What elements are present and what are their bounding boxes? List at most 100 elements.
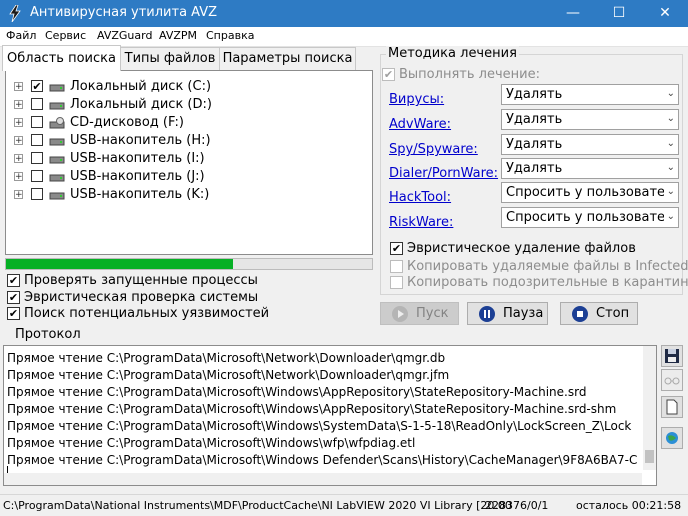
expand-icon[interactable]: +	[14, 172, 23, 182]
menu-help[interactable]: Справка	[206, 29, 254, 42]
checkbox-label: Выполнять лечение:	[399, 67, 540, 82]
hdd-icon	[49, 102, 65, 110]
drive-label: CD-дисковод (F:)	[70, 115, 184, 130]
usb-drive-icon	[49, 138, 65, 146]
chevron-down-icon: ⌄	[666, 138, 675, 149]
window-title: Антивирусная утилита AVZ	[30, 5, 218, 20]
menu-avzguard[interactable]: AVZGuard	[97, 29, 152, 42]
start-button[interactable]: Пуск	[380, 302, 459, 325]
drive-checkbox[interactable]	[31, 98, 43, 110]
log-line: Прямое чтение C:\ProgramData\Microsoft\W…	[7, 436, 416, 450]
action-select-spyware[interactable]: Удалять ⌄	[501, 134, 679, 155]
menu-file[interactable]: Файл	[6, 29, 36, 42]
select-value: Удалять	[506, 87, 563, 102]
chevron-down-icon: ⌄	[666, 162, 675, 173]
action-select-riskware[interactable]: Спросить у пользователя ⌄	[501, 207, 679, 228]
checkbox[interactable]: ✔	[7, 274, 20, 287]
avz-lightning-icon	[9, 5, 21, 22]
checkbox[interactable]: ✔	[7, 291, 20, 304]
checkbox-label: Копировать подозрительные в карантин	[407, 275, 688, 290]
action-select-advware[interactable]: Удалять ⌄	[501, 109, 679, 130]
minimize-button[interactable]: —	[550, 0, 596, 27]
checkbox[interactable]: ✔	[390, 242, 403, 255]
checkbox[interactable]	[390, 276, 403, 289]
maximize-button[interactable]: ☐	[596, 0, 642, 27]
checkbox[interactable]: ✔	[382, 68, 395, 81]
glasses-icon	[664, 377, 680, 385]
threat-link-advware[interactable]: AdvWare:	[389, 117, 451, 132]
save-log-button[interactable]	[661, 345, 683, 367]
save-icon	[665, 349, 679, 363]
threat-link-spyware[interactable]: Spy/Spyware:	[389, 142, 478, 157]
log-line: Прямое чтение C:\ProgramData\Microsoft\W…	[7, 385, 587, 399]
close-button[interactable]: ✕	[642, 0, 688, 27]
threat-link-dialer[interactable]: Dialer/PornWare:	[389, 166, 498, 181]
checkbox[interactable]	[390, 260, 403, 273]
action-select-hacktool[interactable]: Спросить у пользователя ⌄	[501, 182, 679, 203]
scroll-thumb[interactable]	[645, 450, 654, 463]
drive-row-h[interactable]: + USB-накопитель (H:)	[6, 132, 366, 150]
tab-file-types[interactable]: Типы файлов	[120, 47, 220, 70]
threat-link-viruses[interactable]: Вирусы:	[389, 92, 444, 107]
document-icon	[666, 399, 678, 415]
expand-icon[interactable]: +	[14, 190, 23, 200]
stop-button[interactable]: Стоп	[560, 302, 638, 325]
expand-icon[interactable]: +	[14, 82, 23, 92]
view-log-button[interactable]	[661, 369, 683, 391]
treatment-title: Методика лечения	[386, 46, 519, 61]
usb-drive-icon	[49, 174, 65, 182]
expand-icon[interactable]: +	[14, 136, 23, 146]
log-line: Прямое чтение C:\ProgramData\Microsoft\W…	[7, 453, 638, 467]
play-icon	[392, 306, 408, 322]
tab-search-params[interactable]: Параметры поиска	[219, 47, 356, 70]
log-line: Прямое чтение C:\ProgramData\Microsoft\N…	[7, 368, 450, 382]
drive-checkbox[interactable]	[31, 152, 43, 164]
checkbox-label: Поиск потенциальных уязвимостей	[24, 306, 270, 321]
log-line: Прямое чтение C:\ProgramData\Microsoft\W…	[7, 402, 617, 416]
drive-tree: + ✔ Локальный диск (C:) + Локальный диск…	[5, 70, 373, 255]
expand-icon[interactable]: +	[14, 100, 23, 110]
select-value: Спросить у пользователя	[506, 210, 664, 225]
menu-bar: Файл Сервис AVZGuard AVZPM Справка	[0, 27, 688, 47]
drive-checkbox[interactable]: ✔	[31, 80, 43, 92]
pause-icon	[479, 306, 495, 322]
expand-icon[interactable]: +	[14, 118, 23, 128]
usb-drive-icon	[49, 156, 65, 164]
pause-button[interactable]: Пауза	[467, 302, 548, 325]
web-button[interactable]	[661, 427, 683, 449]
protocol-log[interactable]: Прямое чтение C:\ProgramData\Microsoft\N…	[3, 345, 657, 486]
drive-checkbox[interactable]	[31, 170, 43, 182]
drive-checkbox[interactable]	[31, 134, 43, 146]
clear-log-button[interactable]	[661, 396, 683, 418]
stop-label: Стоп	[596, 306, 630, 321]
horizontal-scrollbar[interactable]	[4, 473, 642, 485]
pause-label: Пауза	[503, 306, 544, 321]
drive-checkbox[interactable]	[31, 188, 43, 200]
drive-label: USB-накопитель (I:)	[70, 151, 205, 166]
checkbox-label: Проверять запущенные процессы	[24, 273, 258, 288]
drive-row-k[interactable]: + USB-накопитель (K:)	[6, 186, 366, 204]
chevron-down-icon: ⌄	[666, 211, 675, 222]
drive-label: USB-накопитель (H:)	[70, 133, 211, 148]
status-counter: 228376/0/1	[485, 499, 549, 512]
drive-row-c[interactable]: + ✔ Локальный диск (C:)	[6, 78, 366, 96]
select-value: Удалять	[506, 112, 563, 127]
drive-checkbox[interactable]	[31, 116, 43, 128]
cd-drive-icon	[49, 117, 65, 129]
drive-row-d[interactable]: + Локальный диск (D:)	[6, 96, 366, 114]
drive-row-f[interactable]: + CD-дисковод (F:)	[6, 114, 366, 132]
expand-icon[interactable]: +	[14, 154, 23, 164]
drive-row-j[interactable]: + USB-накопитель (J:)	[6, 168, 366, 186]
tab-search-area[interactable]: Область поиска	[2, 45, 121, 71]
menu-service[interactable]: Сервис	[45, 29, 86, 42]
action-select-viruses[interactable]: Удалять ⌄	[501, 84, 679, 105]
chevron-down-icon: ⌄	[666, 88, 675, 99]
threat-link-hacktool[interactable]: HackTool:	[389, 190, 451, 205]
vertical-scrollbar[interactable]	[643, 346, 656, 470]
drive-row-i[interactable]: + USB-накопитель (I:)	[6, 150, 366, 168]
checkbox[interactable]: ✔	[7, 307, 20, 320]
drive-label: USB-накопитель (K:)	[70, 187, 210, 202]
threat-link-riskware[interactable]: RiskWare:	[389, 215, 453, 230]
action-select-dialer[interactable]: Удалять ⌄	[501, 158, 679, 179]
menu-avzpm[interactable]: AVZPM	[159, 29, 197, 42]
